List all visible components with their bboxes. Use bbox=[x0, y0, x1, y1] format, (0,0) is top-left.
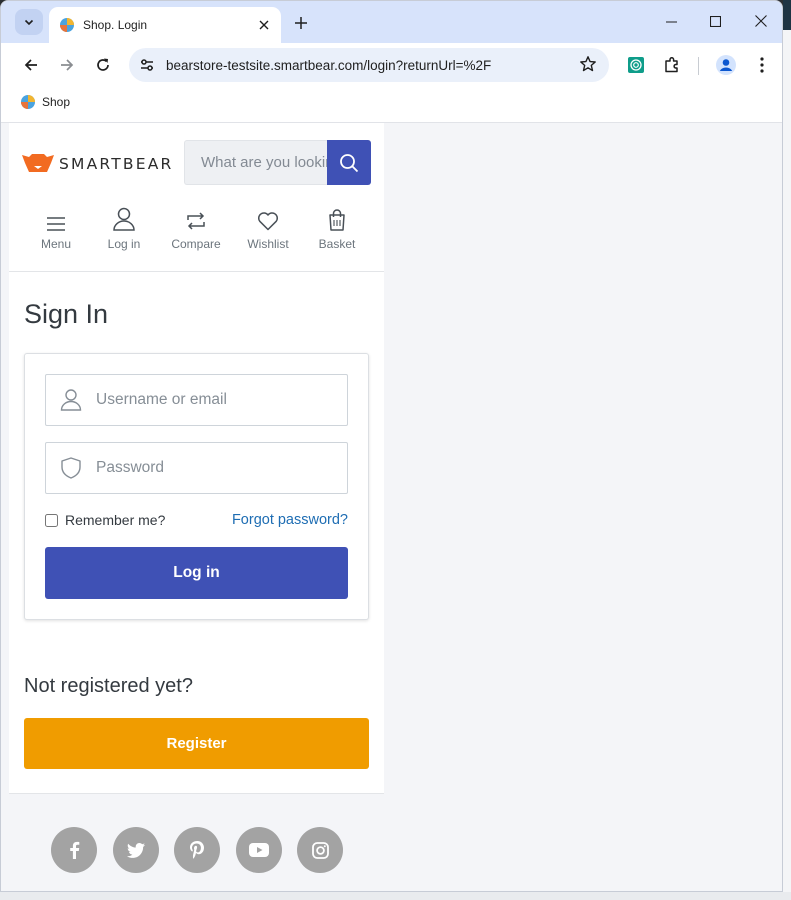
close-icon bbox=[755, 15, 767, 27]
facebook-link[interactable] bbox=[51, 827, 97, 873]
shop-favicon-icon bbox=[60, 18, 74, 32]
header-divider bbox=[9, 271, 384, 272]
extension-button[interactable] bbox=[622, 51, 650, 79]
basket-icon bbox=[329, 209, 345, 231]
profile-button[interactable] bbox=[712, 51, 740, 79]
brand-name: SMARTBEAR bbox=[59, 154, 174, 173]
nav-label: Menu bbox=[40, 237, 72, 251]
nav-label: Log in bbox=[107, 237, 141, 251]
site-info-button[interactable] bbox=[135, 53, 159, 77]
nav-menu[interactable]: Menu bbox=[26, 205, 86, 251]
new-tab-button[interactable] bbox=[289, 11, 313, 35]
nav-wishlist[interactable]: Wishlist bbox=[238, 205, 298, 251]
background-taskbar bbox=[0, 892, 791, 900]
heart-icon bbox=[257, 212, 279, 231]
user-icon bbox=[60, 389, 82, 411]
username-input[interactable] bbox=[96, 375, 336, 425]
register-button[interactable]: Register bbox=[24, 718, 369, 769]
tab-close-button[interactable] bbox=[255, 16, 273, 34]
nav-compare[interactable]: Compare bbox=[166, 205, 226, 251]
shield-icon bbox=[61, 457, 81, 479]
more-vert-icon bbox=[760, 57, 764, 73]
menu-icon bbox=[47, 217, 65, 231]
youtube-link[interactable] bbox=[236, 827, 282, 873]
browser-toolbar: bearstore-testsite.smartbear.com/login?r… bbox=[1, 43, 782, 87]
username-field[interactable] bbox=[45, 374, 348, 426]
bookmark-label: Shop bbox=[42, 95, 71, 109]
extensions-menu-button[interactable] bbox=[658, 51, 686, 79]
facebook-icon bbox=[70, 841, 80, 859]
tab-search-button[interactable] bbox=[15, 9, 43, 35]
reload-icon bbox=[97, 58, 109, 71]
compare-icon bbox=[187, 212, 205, 230]
pinterest-icon bbox=[190, 841, 204, 859]
forward-button[interactable] bbox=[53, 51, 81, 79]
star-icon bbox=[580, 56, 596, 72]
viewport: SMARTBEAR Menu Log in bbox=[1, 122, 782, 891]
chevron-down-icon bbox=[24, 19, 34, 26]
search-box bbox=[184, 140, 371, 185]
register-heading: Not registered yet? bbox=[24, 675, 193, 697]
nav-label: Basket bbox=[318, 237, 356, 251]
active-tab[interactable]: Shop. Login bbox=[49, 7, 281, 43]
page-title: Sign In bbox=[24, 299, 109, 329]
toolbar-separator bbox=[698, 57, 699, 75]
forgot-password-link[interactable]: Forgot password? bbox=[232, 512, 348, 528]
maximize-icon bbox=[709, 15, 721, 27]
background-window bbox=[783, 0, 791, 900]
instagram-icon bbox=[311, 841, 329, 859]
reload-button[interactable] bbox=[89, 51, 117, 79]
remember-me[interactable]: Remember me? bbox=[45, 512, 165, 528]
extension-badge-icon bbox=[628, 57, 644, 73]
maximize-button[interactable] bbox=[695, 7, 735, 35]
browser-window: Shop. Login bearstore-testsite.smartbear… bbox=[0, 0, 783, 892]
bear-logo-icon bbox=[22, 154, 54, 172]
plus-icon bbox=[295, 17, 307, 29]
arrow-left-icon bbox=[24, 59, 37, 71]
browser-menu-button[interactable] bbox=[748, 51, 776, 79]
minimize-button[interactable] bbox=[651, 7, 691, 35]
arrow-right-icon bbox=[61, 59, 74, 71]
search-icon bbox=[340, 153, 359, 172]
youtube-icon bbox=[249, 843, 269, 857]
url-text: bearstore-testsite.smartbear.com/login?r… bbox=[166, 58, 492, 73]
brand-logo[interactable]: SMARTBEAR bbox=[22, 154, 174, 173]
bookmark-star-button[interactable] bbox=[579, 55, 597, 78]
remember-checkbox[interactable] bbox=[45, 513, 58, 527]
bookmark-shop[interactable]: Shop bbox=[20, 94, 70, 110]
password-input[interactable] bbox=[96, 443, 336, 493]
address-bar[interactable]: bearstore-testsite.smartbear.com/login?r… bbox=[129, 48, 609, 82]
tab-strip: Shop. Login bbox=[1, 1, 782, 43]
avatar-icon bbox=[716, 55, 736, 75]
nav-label: Wishlist bbox=[247, 237, 289, 251]
password-field[interactable] bbox=[45, 442, 348, 494]
search-button[interactable] bbox=[327, 140, 371, 185]
login-button[interactable]: Log in bbox=[45, 547, 348, 599]
pinterest-link[interactable] bbox=[174, 827, 220, 873]
login-card: Remember me? Forgot password? Log in bbox=[24, 353, 369, 620]
twitter-link[interactable] bbox=[113, 827, 159, 873]
twitter-icon bbox=[127, 842, 145, 858]
minimize-icon bbox=[665, 20, 677, 23]
nav-login[interactable]: Log in bbox=[94, 205, 154, 251]
puzzle-icon bbox=[665, 56, 678, 73]
shop-favicon-icon bbox=[21, 95, 35, 109]
close-icon bbox=[259, 20, 269, 30]
user-icon bbox=[113, 207, 135, 231]
instagram-link[interactable] bbox=[297, 827, 343, 873]
back-button[interactable] bbox=[17, 51, 45, 79]
search-input[interactable] bbox=[184, 140, 327, 185]
page: SMARTBEAR Menu Log in bbox=[9, 123, 384, 891]
bookmarks-bar: Shop bbox=[1, 87, 782, 121]
window-close-button[interactable] bbox=[741, 7, 781, 35]
remember-label: Remember me? bbox=[65, 512, 166, 528]
footer bbox=[9, 794, 384, 891]
nav-basket[interactable]: Basket bbox=[307, 205, 367, 251]
tab-title: Shop. Login bbox=[83, 18, 148, 32]
nav-label: Compare bbox=[171, 237, 221, 251]
tune-icon bbox=[141, 59, 153, 71]
